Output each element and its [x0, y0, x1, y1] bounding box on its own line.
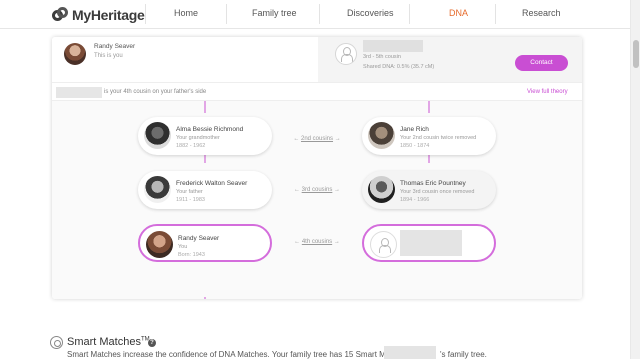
relationship-path-diagram: [52, 101, 582, 299]
redacted-match-name: [363, 40, 423, 52]
tree-node-you[interactable]: Randy Seaver You Born: 1943: [138, 224, 272, 262]
left-arrow-icon: ←: [294, 239, 301, 245]
nav-divider: [409, 4, 410, 24]
left-arrow-icon: ←: [293, 136, 300, 142]
match-shared-dna: Shared DNA: 0.5% (35.7 cM): [363, 64, 435, 70]
tree-node-grandmother[interactable]: Alma Bessie Richmond Your grandmother 18…: [138, 117, 272, 155]
person-photo: [146, 231, 173, 258]
right-arrow-icon: →: [333, 239, 340, 245]
nav-divider: [495, 4, 496, 24]
person-name: Alma Bessie Richmond: [176, 126, 244, 133]
path-connector: [204, 101, 206, 113]
right-arrow-icon: →: [334, 136, 341, 142]
person-silhouette-icon: [378, 237, 391, 253]
person-photo: [368, 176, 395, 203]
match-relationship: 3rd - 5th cousin: [363, 54, 401, 60]
person-silhouette-icon: [341, 47, 353, 62]
person-dates: 1894 - 1966: [400, 197, 430, 203]
nav-divider: [319, 4, 320, 24]
relation-label-row-2: ← 3rd cousins →: [277, 187, 357, 193]
person-relation: Your 2nd cousin twice removed: [400, 135, 477, 141]
tree-node-father[interactable]: Frederick Walton Seaver Your father 1911…: [138, 171, 272, 209]
person-dates: 1882 - 1962: [176, 143, 206, 149]
smart-matches-title: Smart MatchesTM: [67, 336, 150, 348]
tree-node-thomas-pountney[interactable]: Thomas Eric Pountney Your 3rd cousin onc…: [362, 171, 496, 209]
smart-matches-description: Smart Matches increase the confidence of…: [67, 350, 426, 359]
person-name: Randy Seaver: [178, 235, 220, 242]
nav-divider: [145, 4, 146, 24]
contact-button[interactable]: Contact: [515, 55, 568, 71]
relation-link[interactable]: 3rd cousins: [302, 187, 333, 193]
person-dates: 1850 - 1874: [400, 143, 430, 149]
person-photo: [370, 231, 397, 258]
person-dates: Born: 1943: [178, 252, 205, 258]
path-connector: [428, 101, 430, 113]
relation-link[interactable]: 2nd cousins: [301, 136, 333, 142]
match-avatar[interactable]: [335, 43, 357, 65]
page-scrollbar[interactable]: [630, 0, 640, 359]
path-connector: [204, 297, 206, 299]
person-relation: You: [178, 244, 188, 250]
help-icon[interactable]: ?: [148, 339, 156, 347]
relationship-summary: is your 4th cousin on your father's side: [104, 89, 207, 95]
view-full-theory-link[interactable]: View full theory: [527, 89, 568, 95]
nav-research[interactable]: Research: [522, 8, 561, 18]
person-photo: [368, 122, 395, 149]
scrollbar-thumb[interactable]: [633, 40, 639, 68]
nav-home[interactable]: Home: [174, 8, 198, 18]
nav-discoveries[interactable]: Discoveries: [347, 8, 394, 18]
nav-divider: [226, 4, 227, 24]
person-photo: [144, 176, 171, 203]
smart-matches-description-end: 's family tree.: [440, 350, 487, 359]
top-navigation: MyHeritage Home Family tree Discoveries …: [0, 0, 640, 29]
relation-link[interactable]: 4th cousins: [302, 239, 332, 245]
logo-text: MyHeritage: [72, 6, 145, 23]
relationship-info-bar: is your 4th cousin on your father's side…: [52, 82, 582, 101]
nav-family-tree[interactable]: Family tree: [252, 8, 297, 18]
relationship-card: Randy Seaver This is you 3rd - 5th cousi…: [52, 37, 582, 299]
myheritage-logo[interactable]: MyHeritage: [52, 6, 145, 23]
myheritage-logo-icon: [52, 6, 68, 23]
my-subtitle: This is you: [94, 53, 123, 59]
redacted-match-name: [400, 230, 462, 256]
relation-label-row-3: ← 4th cousins →: [277, 239, 357, 245]
tree-node-dna-match[interactable]: [362, 224, 496, 262]
person-name: Thomas Eric Pountney: [400, 180, 466, 187]
person-relation: Your 3rd cousin once removed: [400, 189, 475, 195]
card-header: Randy Seaver This is you 3rd - 5th cousi…: [52, 37, 582, 82]
redacted-match-name: [384, 346, 436, 359]
my-avatar[interactable]: [64, 43, 86, 65]
right-arrow-icon: →: [334, 187, 341, 193]
person-relation: Your grandmother: [176, 135, 220, 141]
tree-node-jane-rich[interactable]: Jane Rich Your 2nd cousin twice removed …: [362, 117, 496, 155]
person-dates: 1911 - 1983: [176, 197, 205, 203]
redacted-match-name: [56, 87, 102, 98]
smart-matches-title-text: Smart Matches: [67, 336, 141, 348]
person-name: Jane Rich: [400, 126, 429, 133]
nav-dna[interactable]: DNA: [449, 8, 468, 18]
relation-label-row-1: ← 2nd cousins →: [277, 136, 357, 142]
person-photo: [144, 122, 171, 149]
left-arrow-icon: ←: [293, 187, 300, 193]
smart-matches-icon: [50, 336, 63, 349]
person-name: Frederick Walton Seaver: [176, 180, 248, 187]
my-name[interactable]: Randy Seaver: [94, 43, 135, 50]
person-relation: Your father: [176, 189, 203, 195]
